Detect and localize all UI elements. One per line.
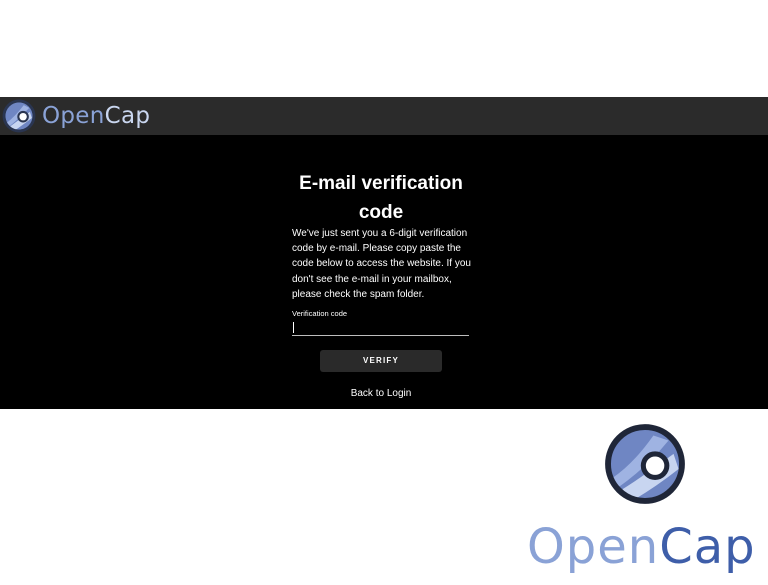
app-screenshot: OpenCap E-mail verification code We've j… xyxy=(0,97,768,409)
opencap-wordmark: OpenCap xyxy=(527,518,756,576)
brand-open-text: Open xyxy=(42,103,105,129)
opencap-logo-icon[interactable] xyxy=(2,99,36,133)
verify-button[interactable]: VERIFY xyxy=(320,350,442,372)
back-to-login-link[interactable]: Back to Login xyxy=(292,388,470,400)
top-navbar: OpenCap xyxy=(0,97,768,135)
text-cursor xyxy=(293,322,294,333)
brand-cap-text: Cap xyxy=(104,103,151,129)
navbar-brand[interactable]: OpenCap xyxy=(42,103,150,129)
verification-code-input[interactable] xyxy=(292,319,469,336)
verification-instructions: We've just sent you a 6-digit verificati… xyxy=(292,228,471,300)
verification-code-label: Verification code xyxy=(292,309,348,318)
wordmark-open-text: Open xyxy=(527,519,660,575)
opencap-logo-icon xyxy=(605,424,685,504)
page-title: E-mail verification code xyxy=(299,173,463,223)
wordmark-cap-text: Cap xyxy=(659,519,756,575)
